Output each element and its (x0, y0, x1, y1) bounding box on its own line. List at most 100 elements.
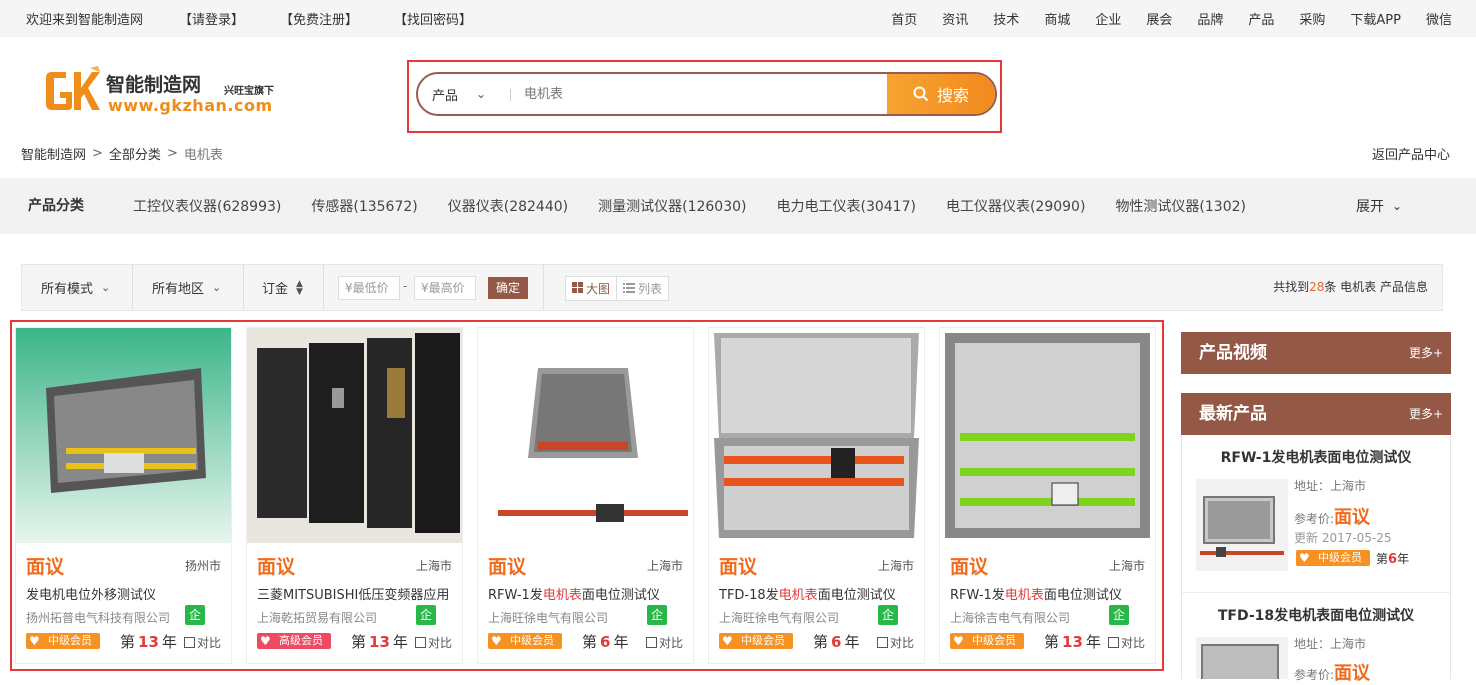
search-button-label: 搜索 (936, 86, 969, 105)
member-heart-icon: ♥ (260, 634, 271, 648)
nav-home[interactable]: 首页 (891, 9, 917, 28)
product-company[interactable]: 上海乾拓贸易有限公司 (257, 609, 377, 626)
latest-product-image[interactable] (1196, 479, 1288, 571)
list-view-label: 列表 (638, 282, 663, 296)
recover-password-link[interactable]: 【找回密码】 (394, 9, 472, 28)
compare-checkbox[interactable]: 对比 (645, 634, 683, 651)
product-name[interactable]: RFW-1发电机表面电位测试仪 (488, 584, 688, 603)
category-item[interactable]: 传感器(135672) (311, 196, 417, 216)
register-link[interactable]: 【免费注册】 (280, 9, 358, 28)
nav-company[interactable]: 企业 (1095, 9, 1121, 28)
category-item[interactable]: 工控仪表仪器(628993) (133, 196, 281, 216)
expand-categories-button[interactable]: 展开 ⌄ (1356, 178, 1402, 234)
product-name[interactable]: TFD-18发电机表面电位测试仪 (719, 584, 919, 603)
nav-product[interactable]: 产品 (1248, 9, 1274, 28)
min-price-input[interactable]: ¥最低价 (338, 276, 400, 300)
product-image[interactable] (247, 328, 462, 543)
product-video-more-link[interactable]: 更多+ (1409, 332, 1443, 374)
product-image[interactable] (16, 328, 231, 543)
breadcrumb-all-categories[interactable]: 全部分类 (109, 144, 161, 163)
category-item[interactable]: 电工仪器仪表(29090) (946, 196, 1085, 216)
years-suffix: 年 (844, 633, 860, 651)
mode-filter-dropdown[interactable]: 所有模式 ⌄ (22, 265, 133, 310)
nav-brand[interactable]: 品牌 (1197, 9, 1223, 28)
search-category-select[interactable]: 产品 ⌄ (432, 74, 486, 114)
compare-checkbox[interactable]: 对比 (183, 634, 221, 651)
latest-product-image[interactable] (1196, 637, 1288, 679)
member-badge: ♥ 中级会员 (488, 633, 562, 649)
welcome-text: 欢迎来到智能制造网 (26, 13, 144, 28)
search-input[interactable] (524, 74, 884, 114)
category-item[interactable]: 物性测试仪器(1302) (1115, 196, 1246, 216)
deposit-sort-button[interactable]: 订金 ▲ ▼ (244, 265, 324, 310)
nav-tech[interactable]: 技术 (993, 9, 1019, 28)
product-image[interactable] (709, 328, 924, 543)
product-name-part: 面电位测试仪 (1043, 588, 1122, 603)
product-company[interactable]: 上海旺徐电气有限公司 (488, 609, 608, 626)
member-heart-icon: ♥ (953, 634, 964, 648)
product-city: 上海市 (1108, 559, 1145, 573)
category-item[interactable]: 测量测试仪器(126030) (598, 196, 746, 216)
member-level: ♥ 中级会员 (26, 633, 100, 649)
product-card[interactable]: 面议 上海市 三菱MITSUBISHI低压变频器应用 上海乾拓贸易有限公司 企 ♥ 高级会员… (246, 327, 463, 664)
product-name-highlight: 电机表 (542, 588, 582, 603)
product-name-part: 面电位测试仪 (817, 588, 896, 603)
member-badge-label: 中级会员 (48, 634, 92, 647)
nav-wechat[interactable]: 微信 (1426, 9, 1452, 28)
product-name[interactable]: RFW-1发电机表面电位测试仪 (950, 584, 1150, 603)
back-to-product-center-link[interactable]: 返回产品中心 (1372, 144, 1450, 163)
max-price-input[interactable]: ¥最高价 (414, 276, 476, 300)
logo-subtitle: 兴旺宝旗下 (224, 86, 274, 97)
member-badge-label: 中级会员 (741, 634, 785, 647)
latest-product-title[interactable]: TFD-18发电机表面电位测试仪 (1182, 605, 1450, 625)
product-name[interactable]: 发电机电位外移测试仪 (26, 584, 226, 603)
latest-product-title[interactable]: RFW-1发电机表面电位测试仪 (1182, 447, 1450, 467)
category-item[interactable]: 电力电工仪表(30417) (777, 196, 916, 216)
nav-purchase[interactable]: 采购 (1299, 9, 1325, 28)
member-badge: ♥ 中级会员 (1296, 550, 1370, 566)
product-price: 面议 (950, 556, 989, 578)
product-image[interactable] (940, 328, 1155, 543)
member-years: 第 13 年 (351, 631, 408, 652)
years-number: 6 (831, 633, 842, 651)
compare-checkbox[interactable]: 对比 (414, 634, 452, 651)
product-image[interactable] (478, 328, 693, 543)
product-price: 面议 (257, 556, 296, 578)
product-price: 面议 (488, 556, 527, 578)
product-company[interactable]: 扬州拓普电气科技有限公司 (26, 609, 170, 626)
search-button[interactable]: 搜索 (887, 74, 995, 114)
product-company[interactable]: 上海旺徐电气有限公司 (719, 609, 839, 626)
region-filter-dropdown[interactable]: 所有地区 ⌄ (133, 265, 244, 310)
product-card[interactable]: 面议 上海市 RFW-1发电机表面电位测试仪 上海徐吉电气有限公司 企 ♥ 中级会员 第 13 年… (939, 327, 1156, 664)
member-badge: ♥ 高级会员 (257, 633, 331, 649)
login-link[interactable]: 【请登录】 (179, 9, 244, 28)
nav-expo[interactable]: 展会 (1146, 9, 1172, 28)
product-city: 上海市 (415, 559, 452, 573)
product-company[interactable]: 上海徐吉电气有限公司 (950, 609, 1070, 626)
nav-mall[interactable]: 商城 (1044, 9, 1070, 28)
grid-view-button[interactable]: 大图 (566, 277, 618, 300)
product-card[interactable]: 面议 上海市 RFW-1发电机表面电位测试仪 上海旺徐电气有限公司 企 ♥ 中级会员 第 6 年 对… (477, 327, 694, 664)
compare-checkbox[interactable]: 对比 (1107, 634, 1145, 651)
list-view-button[interactable]: 列表 (617, 277, 668, 300)
product-name-part: RFW-1发 (950, 588, 1005, 603)
nav-download-app[interactable]: 下载APP (1350, 9, 1401, 28)
category-item[interactable]: 仪器仪表(282440) (448, 196, 568, 216)
member-years: 第 13 年 (1044, 631, 1101, 652)
site-logo[interactable]: 智能制造网 兴旺宝旗下 www.gkzhan.com (44, 64, 294, 120)
breadcrumb-home[interactable]: 智能制造网 (21, 144, 86, 163)
compare-label: 对比 (1120, 636, 1145, 650)
search-category-label: 产品 (432, 88, 459, 104)
latest-products-more-link[interactable]: 更多+ (1409, 393, 1443, 435)
years-suffix: 年 (1397, 551, 1410, 566)
product-name[interactable]: 三菱MITSUBISHI低压变频器应用 (257, 584, 457, 603)
years-number: 13 (138, 633, 159, 651)
price-confirm-button[interactable]: 确定 (488, 277, 528, 299)
product-card[interactable]: 面议 上海市 TFD-18发电机表面电位测试仪 上海旺徐电气有限公司 企 ♥ 中级会员 第 6 年… (708, 327, 925, 664)
nav-news[interactable]: 资讯 (942, 9, 968, 28)
compare-checkbox[interactable]: 对比 (876, 634, 914, 651)
search-divider (510, 89, 511, 101)
member-heart-icon: ♥ (722, 634, 733, 648)
product-card[interactable]: 面议 扬州市 发电机电位外移测试仪 扬州拓普电气科技有限公司企 ♥ 中级会员 第 13 年 对比 (15, 327, 232, 664)
product-name-part: 面电位测试仪 (581, 588, 660, 603)
